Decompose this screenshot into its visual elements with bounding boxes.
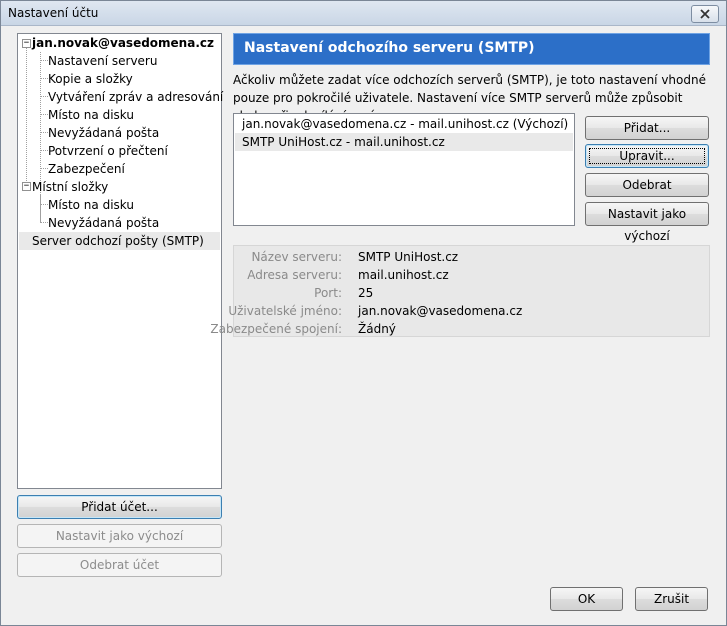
username-label: Uživatelské jméno: [228,304,342,318]
server-address-label: Adresa serveru: [247,268,342,282]
tree-item-receipts[interactable]: Potvrzení o přečtení [48,142,168,160]
tree-local-folders[interactable]: Místní složky [32,178,108,196]
add-account-button[interactable]: Přidat účet... [17,495,222,519]
port-label: Port: [314,286,342,300]
server-details: Název serveru: SMTP UniHost.cz Adresa se… [210,245,710,337]
server-name-value: SMTP UniHost.cz [358,250,459,264]
close-icon [700,9,710,19]
server-name-label: Název serveru: [251,250,342,264]
security-value: Žádný [358,322,396,336]
set-default-account-button[interactable]: Nastavit jako výchozí [17,524,222,548]
tree-item-disk-space[interactable]: Místo na disku [48,106,134,124]
username-value: jan.novak@vasedomena.cz [358,304,523,318]
collapse-icon[interactable]: − [22,39,31,48]
tree-item-composition[interactable]: Vytváření zpráv a adresování [48,88,223,106]
security-label: Zabezpečené spojení: [210,322,342,336]
remove-account-button[interactable]: Odebrat účet [17,553,222,577]
port-value: 25 [358,286,374,300]
cancel-button[interactable]: Zrušit [635,587,708,611]
remove-server-button[interactable]: Odebrat [585,173,709,197]
edit-server-button[interactable]: Upravit... [585,144,709,168]
ok-button[interactable]: OK [550,587,623,611]
title-bar: Nastavení účtu [1,1,726,26]
tree-item-copies-folders[interactable]: Kopie a složky [48,70,133,88]
panel-title: Nastavení odchozího serveru (SMTP) [244,40,535,56]
tree-local-disk-space[interactable]: Místo na disku [48,196,134,214]
smtp-server-list[interactable]: jan.novak@vasedomena.cz - mail.unihost.c… [233,113,575,226]
set-default-server-button[interactable]: Nastavit jako výchozí [585,202,709,243]
account-settings-window: Nastavení účtu − jan.novak@vasedomena.cz… [0,0,727,626]
tree-smtp-server[interactable]: Server odchozí pošty (SMTP) [19,232,220,250]
window-title: Nastavení účtu [8,6,99,20]
panel-header: Nastavení odchozího serveru (SMTP) [233,33,710,65]
account-tree[interactable]: − jan.novak@vasedomena.cz Nastavení serv… [17,33,223,489]
list-item[interactable]: jan.novak@vasedomena.cz - mail.unihost.c… [235,115,573,133]
tree-item-junk[interactable]: Nevyžádaná pošta [48,124,159,142]
list-item[interactable]: SMTP UniHost.cz - mail.unihost.cz [235,133,573,151]
tree-account-label: jan.novak@vasedomena.cz [32,36,214,50]
add-server-button[interactable]: Přidat... [585,116,709,140]
tree-local-junk[interactable]: Nevyžádaná pošta [48,214,159,232]
server-address-value: mail.unihost.cz [358,268,449,282]
tree-item-server-settings[interactable]: Nastavení serveru [48,52,157,70]
tree-item-security[interactable]: Zabezpečení [48,160,125,178]
tree-account[interactable]: jan.novak@vasedomena.cz [32,34,214,52]
collapse-icon[interactable]: − [22,182,31,191]
close-button[interactable] [691,5,719,23]
